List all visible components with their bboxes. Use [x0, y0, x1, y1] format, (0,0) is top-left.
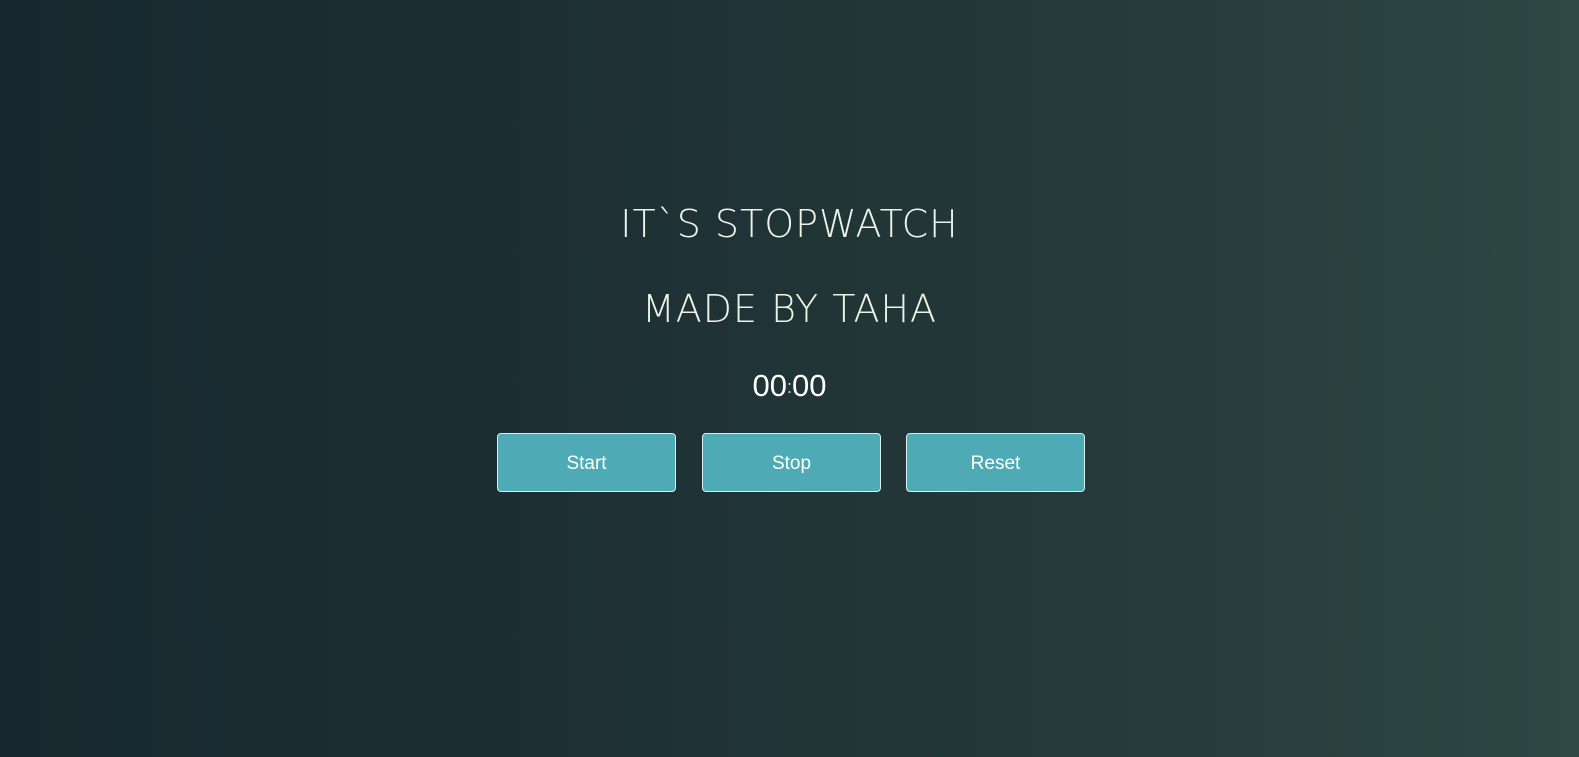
page-subtitle: MADE BY TAHA — [641, 287, 938, 331]
page: { "header": { "title": "IT`S STOPWATCH",… — [0, 0, 1579, 757]
stop-button[interactable]: Stop — [702, 433, 881, 492]
start-button[interactable]: Start — [497, 433, 676, 492]
timer-minutes: 00 — [752, 368, 787, 403]
stopwatch-display: 00:00 — [0, 366, 1579, 407]
stopwatch-controls: Start Stop Reset — [497, 433, 1087, 493]
timer-seconds: 00 — [792, 368, 827, 403]
page-title: IT`S STOPWATCH — [620, 202, 959, 246]
reset-button[interactable]: Reset — [906, 433, 1085, 492]
